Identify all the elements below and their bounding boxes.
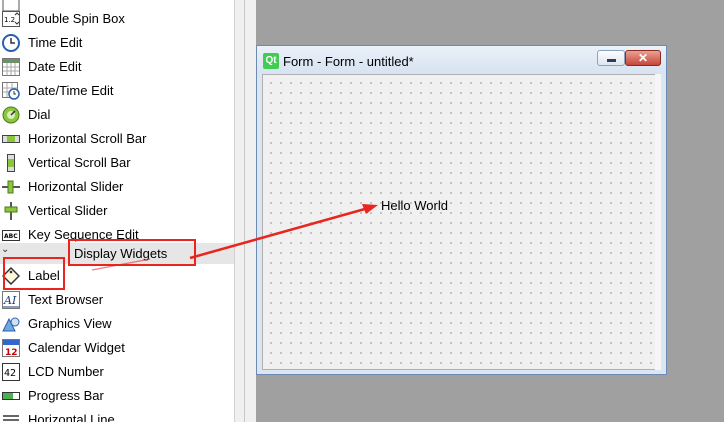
annotation-box-label (3, 257, 65, 290)
calendar-day-text: 12 (5, 348, 18, 357)
widget-item-label: Double Spin Box (28, 11, 125, 26)
widget-item-time-edit[interactable]: Time Edit (0, 31, 234, 55)
lcd-icon-text: 42 (4, 368, 16, 379)
widget-item-calendar-widget[interactable]: 12 Calendar Widget (0, 336, 234, 360)
key-sequence-icon: ABC (2, 226, 20, 244)
widget-item-graphics-view[interactable]: Graphics View (0, 312, 234, 336)
widget-item-date-time-edit[interactable]: Date/Time Edit (0, 79, 234, 103)
dial-icon (2, 106, 20, 124)
widget-item-dial[interactable]: Dial (0, 103, 234, 127)
splitter-divider (244, 0, 245, 422)
horizontal-slider-icon (2, 178, 20, 196)
text-browser-icon: AI (2, 291, 20, 309)
minimize-button[interactable] (597, 50, 625, 66)
form-title: Form - Form - untitled* (283, 54, 414, 69)
graphics-view-icon (2, 315, 20, 333)
widget-item-label: Dial (28, 107, 51, 122)
close-icon: ✕ (637, 51, 649, 65)
widget-item-label: Horizontal Line (28, 412, 115, 422)
widget-item-vertical-slider[interactable]: Vertical Slider (0, 199, 234, 223)
widget-item-text-browser[interactable]: AI Text Browser (0, 288, 234, 312)
lcd-number-icon: 42 (2, 363, 20, 381)
calendar-clock-icon (2, 82, 20, 100)
double-spin-icon-text: 1.2 (4, 16, 15, 24)
text-browser-icon-text: AI (3, 294, 17, 307)
form-design-canvas[interactable] (262, 74, 661, 370)
widget-item-label: Date/Time Edit (28, 83, 114, 98)
widget-item-progress-bar[interactable]: Progress Bar (0, 384, 234, 408)
horizontal-line-icon (2, 411, 20, 422)
minimize-icon (607, 59, 616, 62)
widget-item-label: Horizontal Slider (28, 179, 124, 194)
vertical-scrollbar-icon (2, 154, 20, 172)
form-titlebar[interactable]: Qt Form - Form - untitled* ✕ (257, 46, 666, 74)
widget-item-label: LCD Number (28, 364, 104, 379)
key-seq-icon-text: ABC (4, 233, 18, 240)
panel-splitter[interactable] (234, 0, 256, 422)
widget-item-horizontal-slider[interactable]: Horizontal Slider (0, 175, 234, 199)
widget-item-label: Vertical Slider (28, 203, 108, 218)
widget-item-label: Time Edit (28, 35, 83, 50)
widget-item-horizontal-scroll-bar[interactable]: Horizontal Scroll Bar (0, 127, 234, 151)
hello-world-label[interactable]: Hello World (381, 198, 448, 214)
widget-item-label: Horizontal Scroll Bar (28, 131, 147, 146)
qt-logo-icon: Qt (263, 53, 279, 69)
form-window[interactable]: Qt Form - Form - untitled* ✕ (256, 45, 667, 375)
widget-item-double-spin-box[interactable]: 1.2 Double Spin Box (0, 7, 234, 31)
calendar-widget-icon: 12 (2, 339, 20, 358)
widget-item-label: Date Edit (28, 59, 82, 74)
horizontal-scrollbar-icon (2, 130, 20, 148)
widget-item-horizontal-line[interactable]: Horizontal Line (0, 408, 234, 422)
double-spin-box-icon: 1.2 (2, 10, 20, 28)
annotation-box-category (68, 239, 196, 266)
widget-item-label: Graphics View (28, 316, 112, 331)
widget-item-label: Text Browser (28, 292, 104, 307)
close-button[interactable]: ✕ (625, 50, 661, 66)
clock-icon (2, 34, 20, 52)
widget-item-date-edit[interactable]: Date Edit (0, 55, 234, 79)
progress-bar-icon (2, 387, 20, 405)
widget-item-label: Calendar Widget (28, 340, 125, 355)
widget-box-panel: 1.2 Double Spin Box Time Edit Date Edit … (0, 0, 234, 422)
calendar-grid-icon (2, 58, 20, 76)
widget-item-vertical-scroll-bar[interactable]: Vertical Scroll Bar (0, 151, 234, 175)
chevron-down-icon[interactable]: ⌄ (1, 244, 9, 255)
widget-item-lcd-number[interactable]: 42 LCD Number (0, 360, 234, 384)
widget-item-label: Progress Bar (28, 388, 104, 403)
widget-item-label: Vertical Scroll Bar (28, 155, 131, 170)
form-edge (655, 74, 661, 370)
vertical-slider-icon (2, 202, 20, 220)
